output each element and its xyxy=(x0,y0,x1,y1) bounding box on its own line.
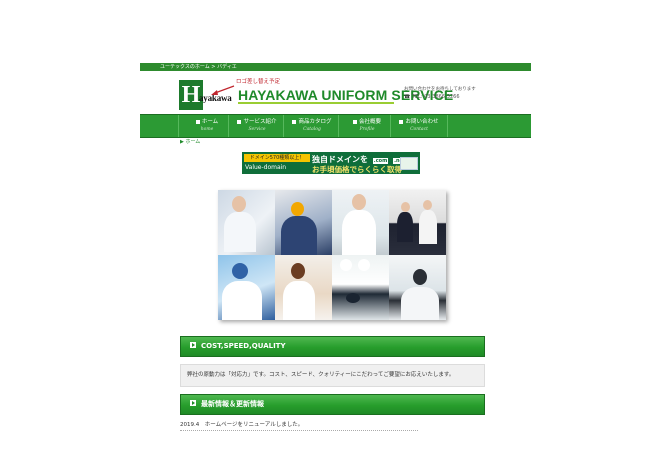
section-cost-body: 弊社の原動力は「対応力」です。コスト、スピード、クォリティーにこだわってご要望に… xyxy=(180,364,485,387)
photo-worker xyxy=(218,190,275,255)
nav-sub: Profile xyxy=(359,127,375,132)
phone-icon: ☎ xyxy=(404,94,411,100)
section-title: 最新情報＆更新情報 xyxy=(201,400,264,408)
photo-cafe xyxy=(275,255,332,320)
tel-number: TEL: 03-3866-3266 xyxy=(411,94,460,100)
nav-label: サービス紹介 xyxy=(243,119,277,125)
section-title: COST,SPEED,QUALITY xyxy=(201,342,286,350)
nav-label: お問い合わせ xyxy=(405,119,439,125)
breadcrumb: ▶ ホーム xyxy=(180,138,200,145)
top-bar-text: ユーテックスのホーム > バディエ xyxy=(160,64,237,70)
play-icon xyxy=(190,400,196,406)
photo-chef-security xyxy=(332,255,389,320)
main-nav: ホーム home サービス紹介 Service 商品カタログ Catalog 会… xyxy=(140,114,531,138)
nav-sub: home xyxy=(200,127,214,132)
nav-label: 会社概要 xyxy=(358,119,381,125)
photo-factory xyxy=(389,255,446,320)
photo-delivery xyxy=(218,255,275,320)
home-icon: ▶ xyxy=(180,139,184,145)
photo-construction xyxy=(275,190,332,255)
photo-medical xyxy=(332,190,389,255)
nav-item-profile[interactable]: 会社概要 Profile xyxy=(338,115,395,137)
ad-brand: Value-domain xyxy=(245,164,287,171)
nav-item-home[interactable]: ホーム home xyxy=(178,115,235,137)
computer-icon xyxy=(400,157,418,170)
ad-badge: ドメイン570種類以上！ xyxy=(249,155,305,161)
nav-sub: Catalog xyxy=(303,127,321,132)
contact-note: お問い合わせをお待ちしております xyxy=(404,87,476,92)
nav-label: 商品カタログ xyxy=(298,119,332,125)
section-header-news: 最新情報＆更新情報 xyxy=(180,394,485,415)
contact-tel: ☎ TEL: 03-3866-3266 xyxy=(404,94,460,100)
uniform-photo-collage xyxy=(218,190,446,320)
nav-sub: Contact xyxy=(410,127,428,132)
nav-item-catalog[interactable]: 商品カタログ Catalog xyxy=(283,115,340,137)
news-item[interactable]: 2019.4 ホームページをリニューアルしました。 xyxy=(180,420,418,431)
title-underline xyxy=(238,102,394,104)
photo-office xyxy=(389,190,446,255)
nav-item-contact[interactable]: お問い合わせ Contact xyxy=(390,115,448,137)
nav-label: ホーム xyxy=(201,119,219,125)
catalog-icon xyxy=(292,119,297,124)
top-bar: ユーテックスのホーム > バディエ xyxy=(140,63,531,71)
arrow-icon xyxy=(211,85,235,95)
nav-item-service[interactable]: サービス紹介 Service xyxy=(228,115,285,137)
logo-replace-note: ロゴ差し替え予定 xyxy=(236,79,281,85)
profile-icon xyxy=(352,119,357,124)
ad-main-text: 独自ドメインを xyxy=(312,155,368,164)
nav-sub: Service xyxy=(248,127,266,132)
section-header-cost: COST,SPEED,QUALITY xyxy=(180,336,485,357)
play-icon xyxy=(190,342,196,348)
ad-banner[interactable]: ドメイン570種類以上！ Value-domain 独自ドメインを .com .… xyxy=(242,152,420,174)
service-icon xyxy=(237,119,242,124)
home-icon xyxy=(195,119,200,124)
ad-sub-text: お手頃価格でらくらく取得 xyxy=(312,165,402,174)
mail-icon xyxy=(399,119,404,124)
breadcrumb-home[interactable]: ホーム xyxy=(185,139,200,145)
